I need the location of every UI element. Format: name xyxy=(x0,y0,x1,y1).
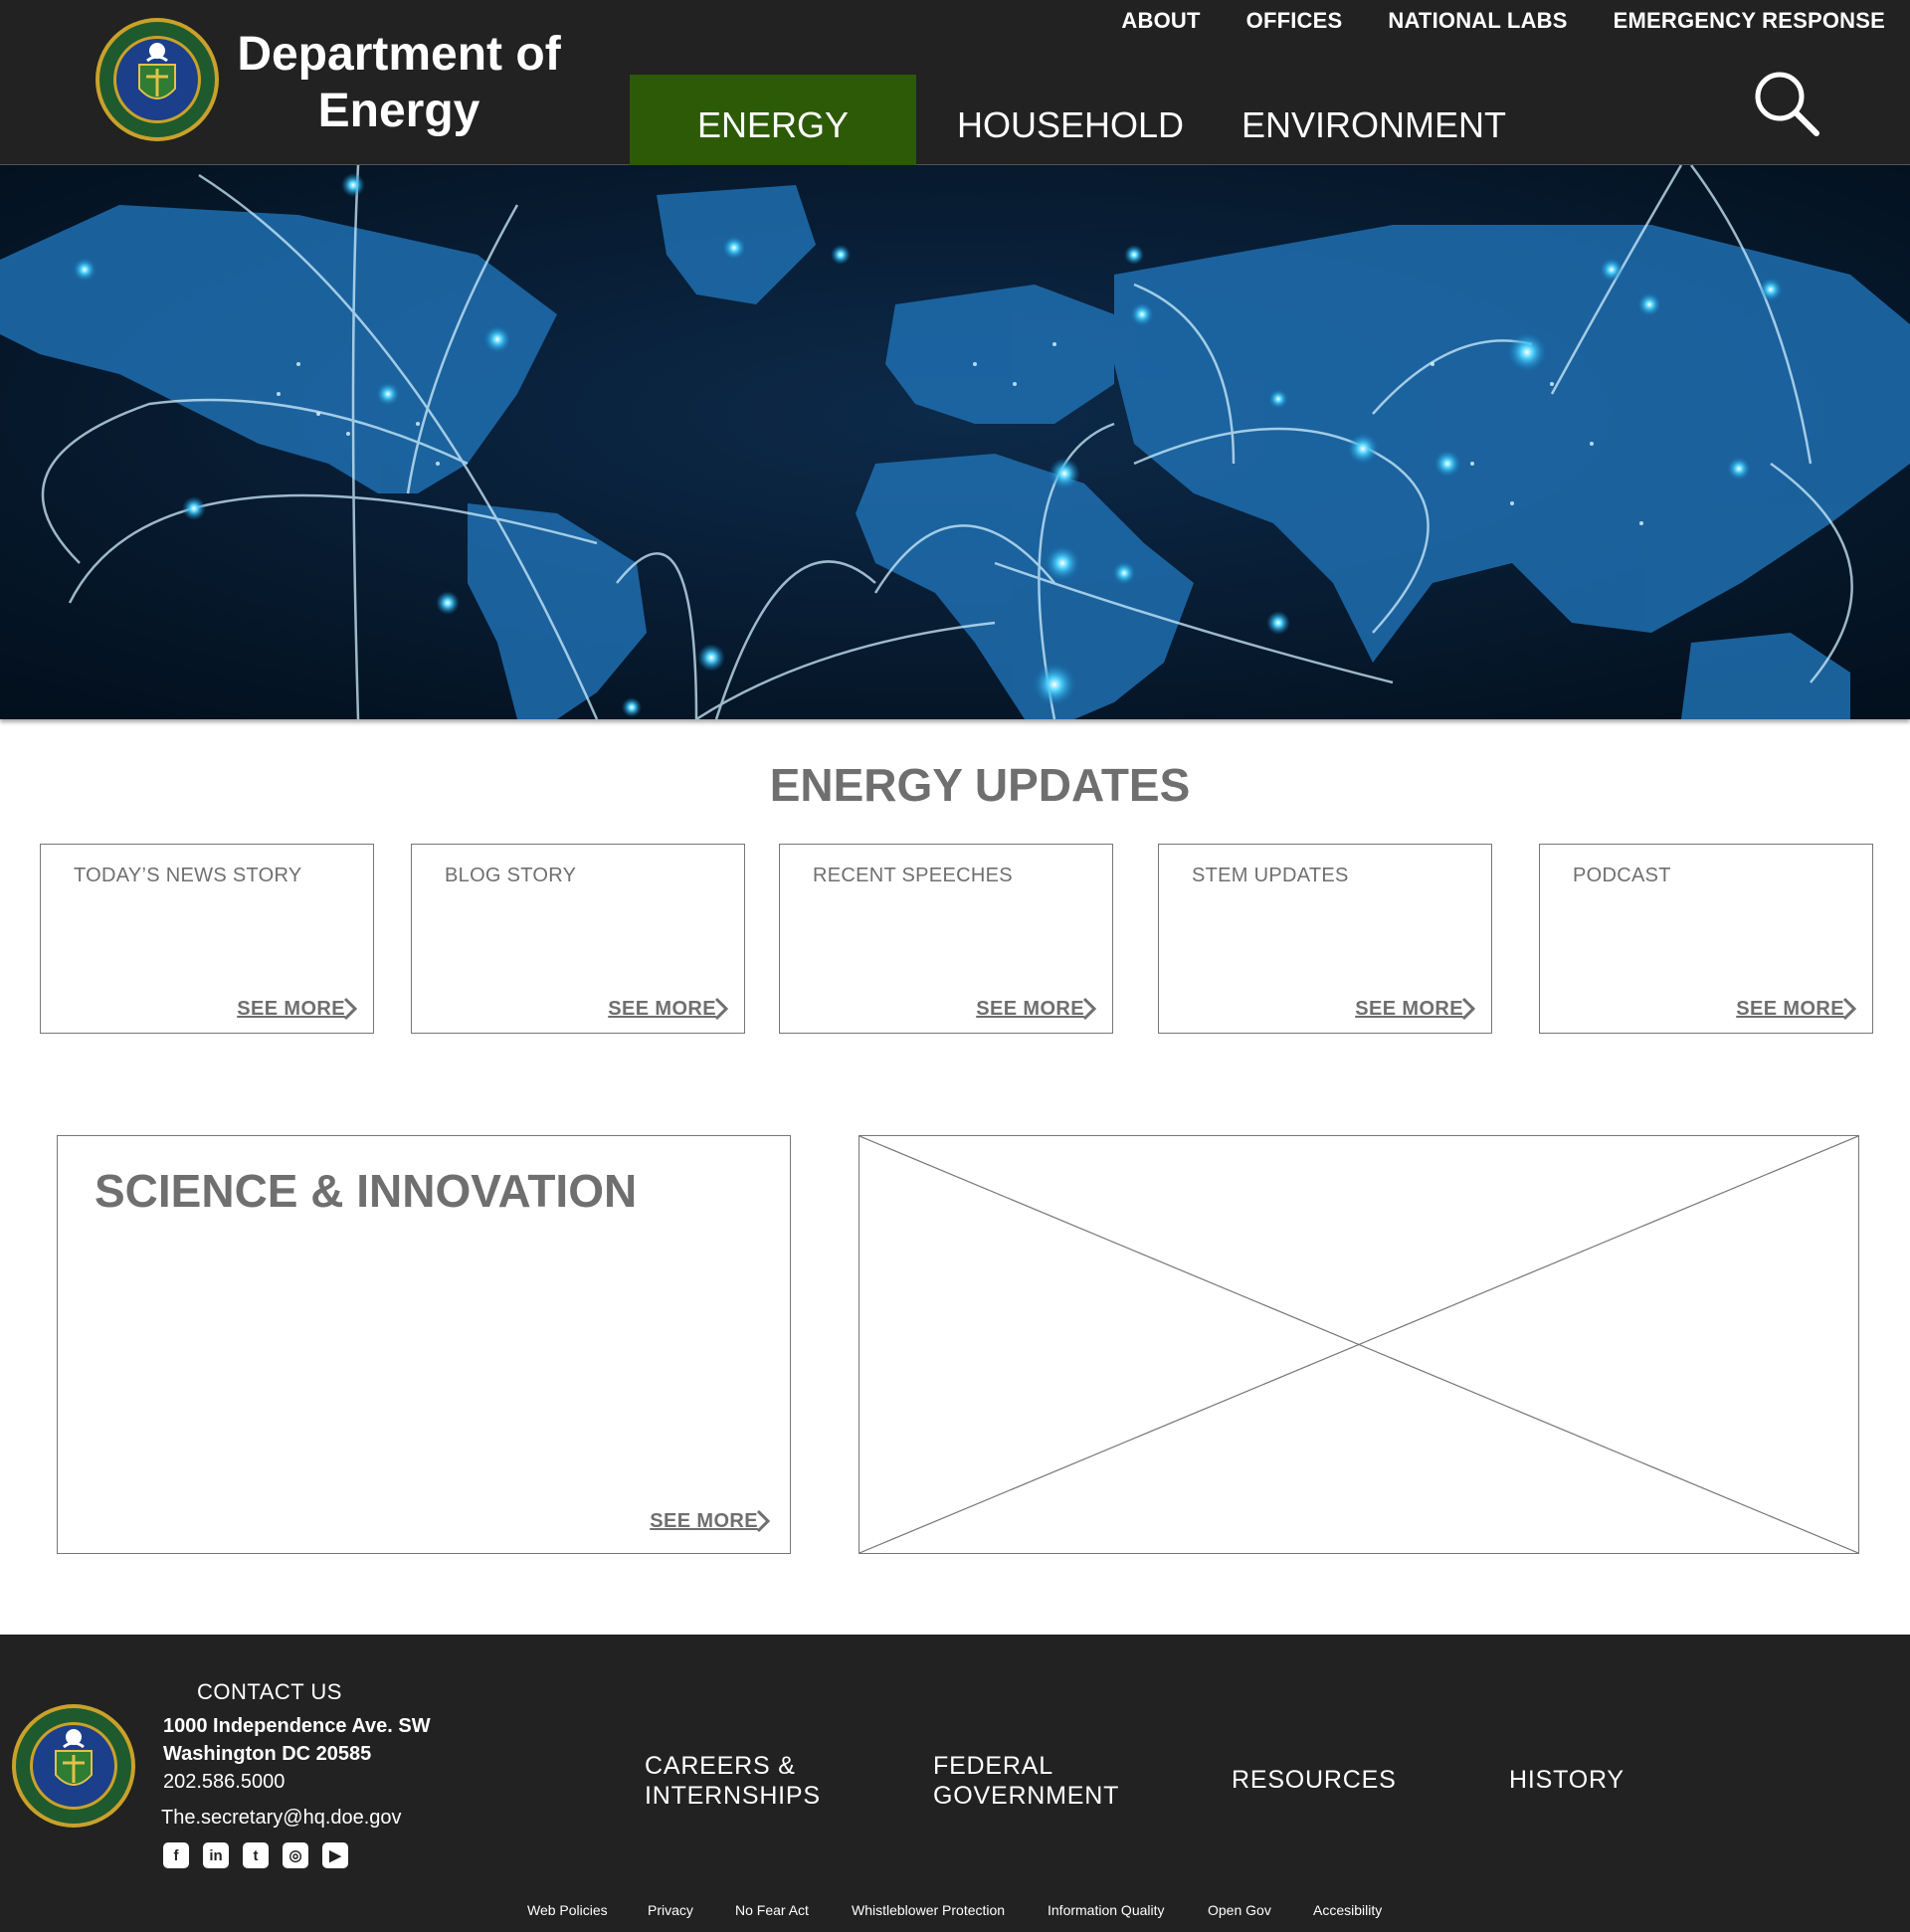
legal-link-no-fear-act[interactable]: No Fear Act xyxy=(735,1902,809,1918)
nav-tab-energy[interactable]: ENERGY xyxy=(630,75,916,165)
chevron-right-icon xyxy=(714,997,728,1021)
legal-link-information-quality[interactable]: Information Quality xyxy=(1048,1902,1165,1918)
see-more-label: SEE MORE xyxy=(1736,997,1844,1020)
update-card-speeches[interactable]: RECENT SPEECHES SEE MORE xyxy=(779,844,1113,1034)
legal-links: Web Policies Privacy No Fear Act Whistle… xyxy=(0,1902,1910,1922)
youtube-icon[interactable]: ▶ xyxy=(322,1842,348,1868)
phone-number: 202.586.5000 xyxy=(163,1771,286,1793)
update-card-podcast[interactable]: PODCAST SEE MORE xyxy=(1539,844,1873,1034)
footer-link-federal-line1: FEDERAL xyxy=(933,1752,1053,1780)
utility-link-national-labs[interactable]: NATIONAL LABS xyxy=(1388,8,1567,34)
search-icon[interactable] xyxy=(1751,68,1822,139)
main-nav: ENERGY HOUSEHOLD ENVIRONMENT xyxy=(630,75,1523,165)
chevron-right-icon xyxy=(343,997,357,1021)
facebook-icon[interactable]: f xyxy=(163,1842,189,1868)
legal-link-privacy[interactable]: Privacy xyxy=(648,1902,693,1918)
update-card-label: PODCAST xyxy=(1573,865,1671,886)
utility-link-offices[interactable]: OFFICES xyxy=(1246,8,1343,34)
see-more-link[interactable]: SEE MORE xyxy=(1736,997,1856,1021)
footer-link-resources[interactable]: RESOURCES xyxy=(1232,1765,1397,1795)
update-card-label: BLOG STORY xyxy=(445,865,577,886)
site-title[interactable]: Department of Energy xyxy=(235,26,563,139)
update-card-label: STEM UPDATES xyxy=(1192,865,1349,886)
instagram-icon[interactable]: ◎ xyxy=(283,1842,308,1868)
see-more-label: SEE MORE xyxy=(650,1509,758,1532)
chevron-right-icon xyxy=(756,1509,770,1533)
chevron-right-icon xyxy=(1842,997,1856,1021)
see-more-link[interactable]: SEE MORE xyxy=(976,997,1096,1021)
hero-banner xyxy=(0,165,1910,719)
see-more-link[interactable]: SEE MORE xyxy=(650,1509,770,1533)
legal-link-whistleblower[interactable]: Whistleblower Protection xyxy=(852,1902,1005,1918)
contact-us-title: CONTACT US xyxy=(197,1679,342,1704)
chevron-right-icon xyxy=(1461,997,1475,1021)
utility-nav: ABOUT OFFICES NATIONAL LABS EMERGENCY RE… xyxy=(1121,8,1885,34)
legal-link-accessibility[interactable]: Accesibility xyxy=(1313,1902,1382,1918)
address-line1: 1000 Independence Ave. SW xyxy=(163,1715,431,1737)
site-footer: CONTACT US 1000 Independence Ave. SW Was… xyxy=(0,1635,1910,1932)
update-card-blog[interactable]: BLOG STORY SEE MORE xyxy=(411,844,745,1034)
nav-tab-household[interactable]: HOUSEHOLD xyxy=(916,75,1225,165)
update-card-label: RECENT SPEECHES xyxy=(813,865,1013,886)
footer-link-federal-line2: GOVERNMENT xyxy=(933,1782,1120,1810)
see-more-link[interactable]: SEE MORE xyxy=(1355,997,1475,1021)
social-links: f in t ◎ ▶ xyxy=(163,1842,348,1868)
legal-link-web-policies[interactable]: Web Policies xyxy=(527,1902,608,1918)
footer-link-careers[interactable]: CAREERS & INTERNSHIPS xyxy=(645,1751,821,1811)
footer-link-careers-line2: INTERNSHIPS xyxy=(645,1782,821,1810)
doe-seal-icon[interactable] xyxy=(95,17,220,142)
night-world-map-network-image xyxy=(0,165,1910,719)
see-more-label: SEE MORE xyxy=(1355,997,1463,1020)
footer-link-federal-government[interactable]: FEDERAL GOVERNMENT xyxy=(933,1751,1119,1811)
email-link[interactable]: The.secretary@hq.doe.gov xyxy=(161,1807,402,1830)
see-more-link[interactable]: SEE MORE xyxy=(608,997,728,1021)
site-title-line2: Energy xyxy=(317,85,480,137)
see-more-link[interactable]: SEE MORE xyxy=(237,997,357,1021)
image-placeholder xyxy=(859,1135,1859,1554)
image-placeholder-icon xyxy=(859,1135,1859,1554)
science-innovation-title: SCIENCE & INNOVATION xyxy=(95,1165,638,1217)
utility-link-emergency-response[interactable]: EMERGENCY RESPONSE xyxy=(1614,8,1885,34)
footer-link-careers-line1: CAREERS & xyxy=(645,1752,796,1780)
site-title-line1: Department of xyxy=(237,28,561,81)
see-more-label: SEE MORE xyxy=(608,997,716,1020)
update-card-stem[interactable]: STEM UPDATES SEE MORE xyxy=(1158,844,1492,1034)
see-more-label: SEE MORE xyxy=(976,997,1084,1020)
update-card-news[interactable]: TODAY’S NEWS STORY SEE MORE xyxy=(40,844,374,1034)
site-header: Department of Energy ABOUT OFFICES NATIO… xyxy=(0,0,1910,165)
doe-seal-icon[interactable] xyxy=(11,1703,136,1829)
linkedin-icon[interactable]: in xyxy=(203,1842,229,1868)
twitter-icon[interactable]: t xyxy=(243,1842,269,1868)
nav-tab-environment[interactable]: ENVIRONMENT xyxy=(1225,75,1523,165)
science-innovation-panel[interactable]: SCIENCE & INNOVATION SEE MORE xyxy=(57,1135,791,1554)
legal-link-open-gov[interactable]: Open Gov xyxy=(1208,1902,1271,1918)
chevron-right-icon xyxy=(1082,997,1096,1021)
energy-updates-title: ENERGY UPDATES xyxy=(769,759,1191,811)
utility-link-about[interactable]: ABOUT xyxy=(1121,8,1200,34)
address-line2: Washington DC 20585 xyxy=(163,1743,372,1765)
update-card-label: TODAY’S NEWS STORY xyxy=(74,865,302,886)
footer-link-history[interactable]: HISTORY xyxy=(1509,1765,1624,1795)
see-more-label: SEE MORE xyxy=(237,997,345,1020)
